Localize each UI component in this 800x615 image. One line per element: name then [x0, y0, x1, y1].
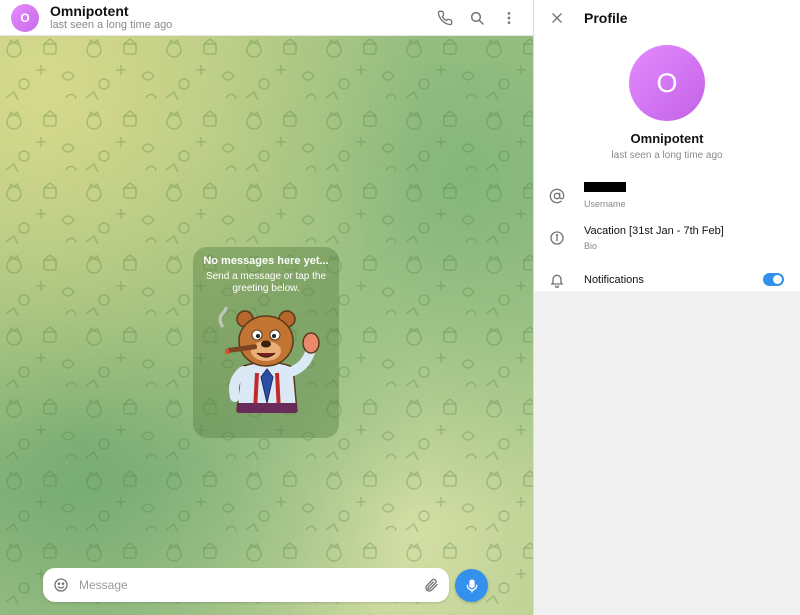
more-vertical-icon[interactable] — [499, 8, 519, 28]
info-icon — [548, 229, 566, 247]
bell-icon — [548, 271, 566, 289]
empty-chat-card: No messages here yet... Send a message o… — [193, 247, 339, 438]
notifications-row[interactable]: Notifications — [534, 259, 800, 301]
chat-title-block[interactable]: Omnipotent last seen a long time ago — [50, 3, 172, 32]
chat-avatar[interactable]: O — [11, 3, 39, 32]
bio-label: Bio — [584, 240, 598, 251]
search-icon[interactable] — [467, 8, 487, 28]
bio-row[interactable]: Vacation [31st Jan - 7th Feb] Bio — [534, 217, 800, 259]
chat-title: Omnipotent — [50, 3, 129, 19]
profile-panel: Profile O Omnipotent last seen a long ti… — [533, 0, 800, 615]
chat-panel: O Omnipotent last seen a long time ago N… — [0, 0, 533, 615]
at-icon — [548, 187, 566, 205]
chat-status: last seen a long time ago — [50, 19, 173, 31]
header-actions — [435, 8, 519, 28]
username-text: Username — [584, 182, 626, 210]
toggle-knob — [772, 274, 783, 285]
username-row[interactable]: Username — [534, 175, 800, 217]
bio-value: Vacation [31st Jan - 7th Feb] — [584, 224, 724, 237]
paperclip-icon[interactable] — [421, 575, 441, 595]
voice-message-button[interactable] — [455, 569, 488, 602]
profile-card: Profile O Omnipotent last seen a long ti… — [534, 0, 800, 291]
empty-chat-title: No messages here yet... — [203, 255, 329, 267]
profile-name: Omnipotent — [630, 131, 704, 146]
profile-title: Profile — [584, 10, 628, 26]
username-label: Username — [584, 199, 626, 209]
profile-avatar[interactable]: O — [629, 45, 705, 121]
chat-background: No messages here yet... Send a message o… — [0, 36, 533, 615]
chat-header: O Omnipotent last seen a long time ago — [0, 0, 533, 36]
message-composer — [43, 568, 449, 602]
bear-greeting-sticker[interactable] — [213, 307, 321, 417]
notifications-toggle[interactable] — [763, 273, 784, 286]
bio-text: Vacation [31st Jan - 7th Feb] Bio — [584, 225, 724, 252]
notifications-text: Notifications — [584, 274, 644, 287]
notifications-label: Notifications — [584, 273, 644, 286]
empty-chat-subtitle: Send a message or tap the greeting below… — [205, 271, 327, 294]
close-icon[interactable] — [547, 8, 567, 28]
microphone-icon — [466, 578, 477, 593]
message-input[interactable] — [79, 578, 421, 592]
profile-status: last seen a long time ago — [611, 150, 723, 161]
username-redacted — [584, 182, 626, 192]
profile-header: Profile — [534, 0, 800, 36]
smile-icon[interactable] — [51, 575, 71, 595]
phone-icon[interactable] — [435, 8, 455, 28]
